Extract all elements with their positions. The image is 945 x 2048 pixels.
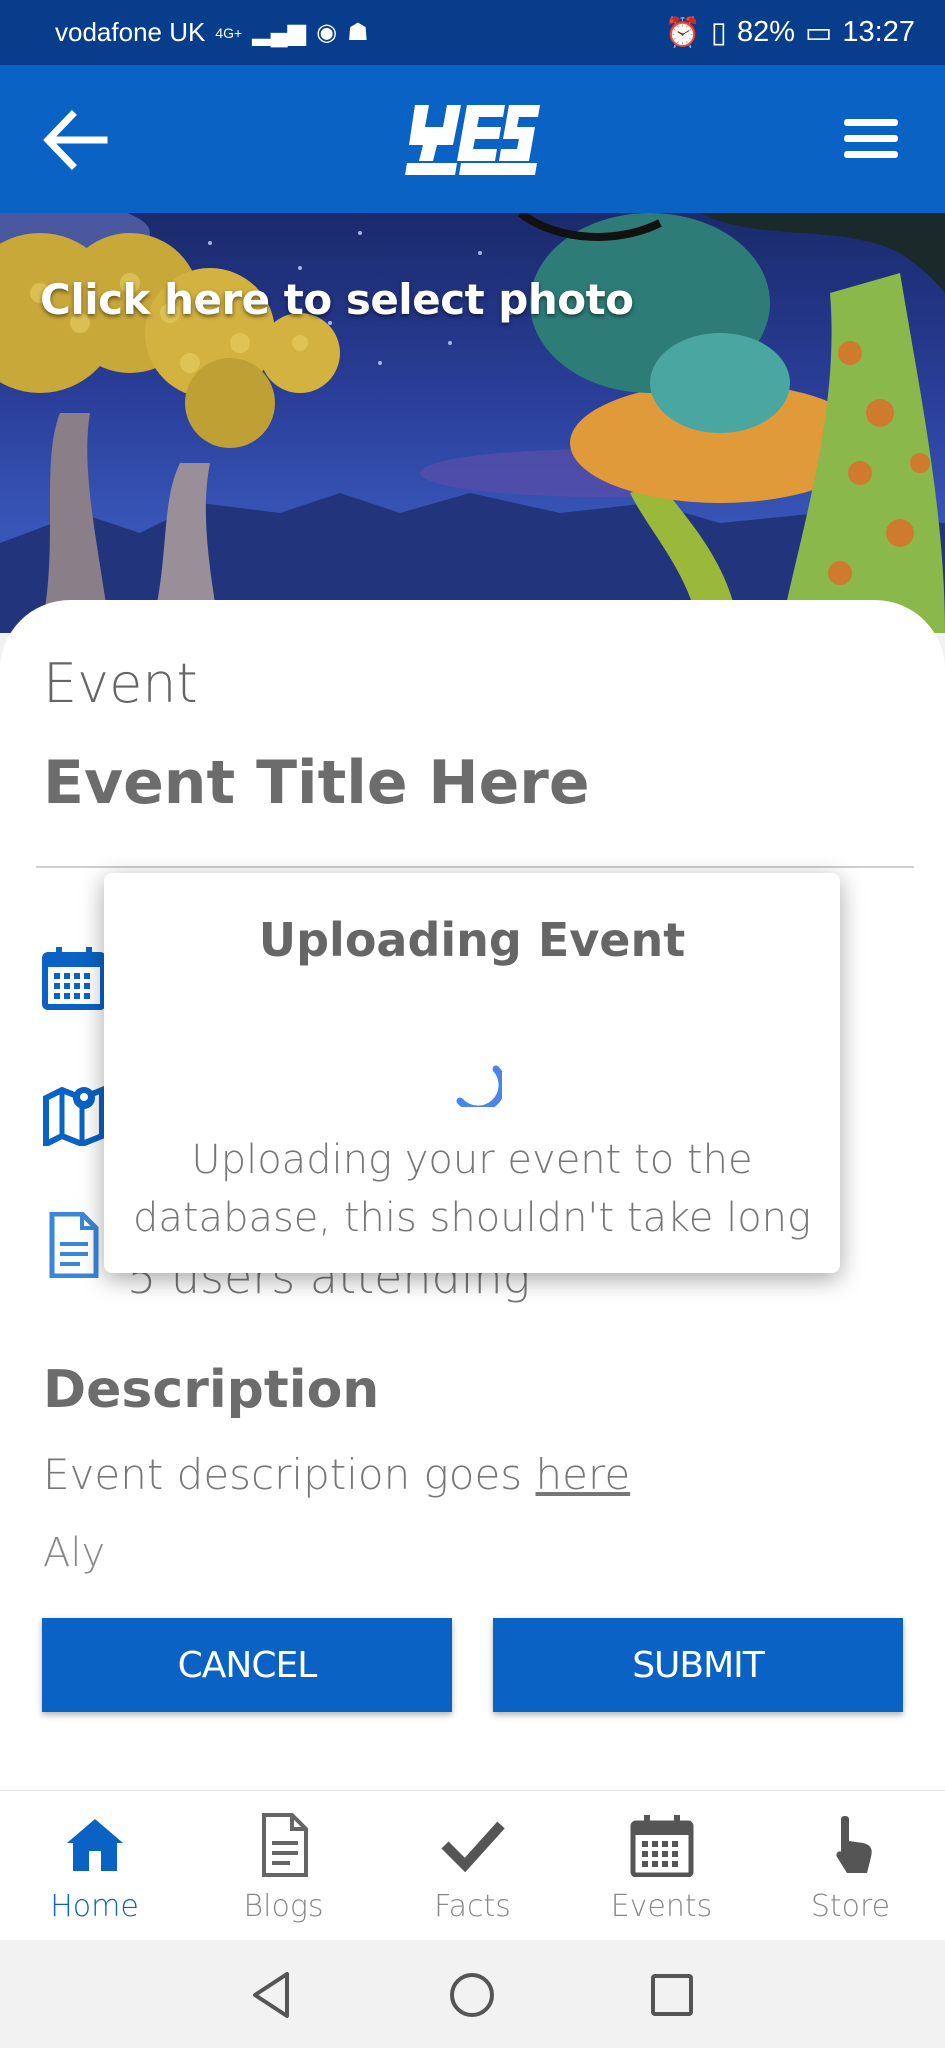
yes-logo-icon [405,105,540,175]
author-name: Aly [43,1530,106,1576]
nav-events-label: Events [610,1889,713,1924]
nav-blogs[interactable]: Blogs [189,1791,378,1941]
description-text[interactable]: Event description goes here [43,1450,630,1499]
document-icon [49,1211,99,1279]
description-heading: Description [43,1360,380,1420]
network-type: 4G+ [215,24,243,41]
carrier-name: vodafone UK [55,17,206,47]
clock: 13:27 [842,16,915,48]
vibrate-icon: ▯ [711,17,727,49]
snapchat-icon: ☗ [347,19,369,46]
uploading-dialog: Uploading Event Uploading your event to … [104,873,840,1273]
nav-facts[interactable]: Facts [378,1791,567,1941]
battery-icon: ▭ [805,17,833,49]
document-icon [261,1813,308,1877]
system-home-icon[interactable] [447,1970,497,2020]
dialog-message: Uploading your event to the database, th… [132,1137,812,1241]
nav-store-label: Store [810,1889,891,1924]
app-logo[interactable] [405,105,540,177]
calendar-icon [42,947,106,1010]
divider [36,866,914,868]
alarm-icon: ⏰ [664,16,701,49]
menu-button[interactable] [840,115,902,163]
app-bar [0,65,945,213]
submit-button[interactable]: SUBMIT [493,1618,903,1712]
date-row[interactable] [42,945,106,1011]
attendees-row[interactable] [42,1211,106,1279]
battery-percent: 82% [736,16,796,48]
hamburger-menu-icon [844,119,898,158]
home-icon [66,1819,123,1871]
status-bar: vodafone UK 4G+ ▂▄▆ ◉ ☗ ⏰ ▯ 82% ▭ 13:27 [0,0,945,65]
pointer-hand-icon [835,1816,872,1873]
calendar-icon [630,1815,693,1877]
system-navigation-bar [0,1940,945,2048]
event-type-label: Event [43,652,198,715]
nav-home-label: Home [50,1889,139,1924]
description-link[interactable]: here [536,1450,631,1499]
nav-events[interactable]: Events [567,1791,756,1941]
event-title-input[interactable]: Event Title Here [43,748,590,818]
map-icon [43,1085,105,1149]
nav-home[interactable]: Home [0,1791,189,1941]
description-body: Event description goes [43,1450,536,1499]
nav-blogs-label: Blogs [243,1889,324,1924]
system-back-icon[interactable] [247,1970,297,2020]
nav-facts-label: Facts [434,1889,511,1924]
hotspot-icon: ◉ [316,19,338,46]
status-right: ⏰ ▯ 82% ▭ 13:27 [665,15,915,50]
photo-picker[interactable]: Click here to select photo [0,213,945,633]
location-row[interactable] [42,1080,106,1149]
back-button[interactable] [40,107,110,173]
nav-store[interactable]: Store [756,1791,945,1941]
select-photo-label[interactable]: Click here to select photo [40,275,634,324]
back-arrow-icon [43,110,108,170]
signal-icon: ▂▄▆ [252,19,307,46]
loading-spinner-icon [456,1065,502,1107]
status-left: vodafone UK 4G+ ▂▄▆ ◉ ☗ [55,17,369,48]
dialog-title: Uploading Event [258,913,686,967]
bottom-navigation: Home Blogs Facts Events Store [0,1790,945,1940]
checkmark-icon [440,1821,505,1873]
system-recents-icon[interactable] [647,1970,697,2020]
cancel-button[interactable]: CANCEL [42,1618,452,1712]
